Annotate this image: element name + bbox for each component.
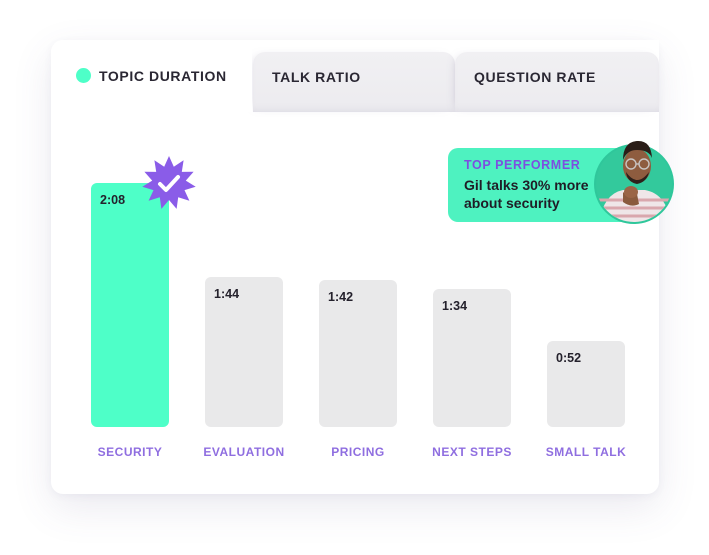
- tab-label: QUESTION RATE: [474, 69, 596, 85]
- callout-kicker: TOP PERFORMER: [464, 158, 581, 172]
- bar-security: [91, 182, 169, 427]
- tab-label: TOPIC DURATION: [99, 68, 227, 84]
- bar-value-label: 0:52: [556, 351, 582, 366]
- category-label-evaluation: EVALUATION: [203, 445, 285, 459]
- bar-value-label: 1:34: [442, 299, 468, 314]
- category-label-security: SECURITY: [97, 445, 163, 459]
- tab-topic-duration[interactable]: TOPIC DURATION: [51, 40, 252, 112]
- category-label-next-steps: NEXT STEPS: [432, 445, 512, 459]
- category-label-small-talk: SMALL TALK: [545, 445, 627, 459]
- bar-value-label: 2:08: [100, 192, 126, 207]
- active-indicator-dot: [76, 68, 91, 83]
- topic-analytics-card: TOPIC DURATION TALK RATIO QUESTION RATE …: [51, 40, 674, 494]
- tab-label: TALK RATIO: [272, 69, 361, 85]
- bar-value-label: 1:44: [214, 287, 240, 302]
- bar-value-label: 1:42: [328, 289, 354, 304]
- avatar: [594, 140, 674, 224]
- callout-message: Gil talks 30% more about security: [464, 177, 589, 211]
- category-label-pricing: PRICING: [331, 445, 385, 459]
- verified-check-badge-icon: [142, 155, 196, 209]
- tab-talk-ratio[interactable]: TALK RATIO: [253, 52, 455, 112]
- tab-question-rate[interactable]: QUESTION RATE: [455, 52, 659, 112]
